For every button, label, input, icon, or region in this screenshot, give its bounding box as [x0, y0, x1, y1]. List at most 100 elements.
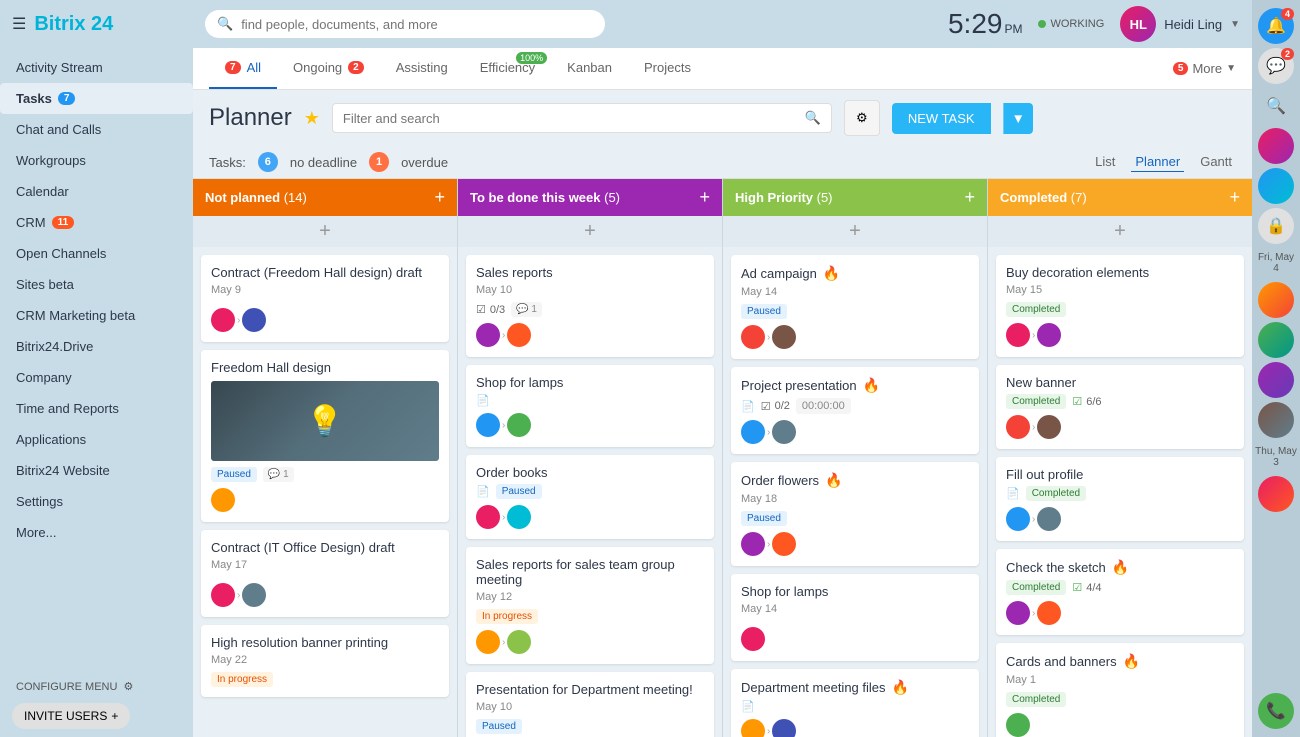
search-icon-button[interactable]: 🔍: [1258, 88, 1294, 124]
arrow-icon: ›: [502, 420, 505, 431]
task-card[interactable]: Fill out profile📄Completed›: [996, 457, 1244, 541]
contact-avatar-7[interactable]: [1258, 476, 1294, 512]
col-add-row[interactable]: +: [193, 216, 457, 247]
task-card[interactable]: New bannerCompleted☑ 6/6›: [996, 365, 1244, 449]
task-card[interactable]: Check the sketch 🔥Completed☑ 4/4›: [996, 549, 1244, 635]
contact-avatar-4[interactable]: [1258, 322, 1294, 358]
date-thu: Thu, May 3: [1252, 442, 1300, 472]
col-add-icon[interactable]: +: [699, 187, 710, 208]
tab-efficiency[interactable]: Efficiency 100%: [464, 48, 551, 89]
tab-all[interactable]: 7 All: [209, 48, 277, 89]
search-box[interactable]: 🔍: [205, 10, 605, 38]
new-task-dropdown-button[interactable]: ▼: [1003, 103, 1033, 134]
fire-icon: 🔥: [863, 377, 880, 394]
view-gantt[interactable]: Gantt: [1196, 152, 1236, 172]
sidebar-item-tasks[interactable]: Tasks 7: [0, 83, 193, 114]
task-card[interactable]: Presentation for Department meeting!May …: [466, 672, 714, 737]
col-add-row[interactable]: +: [458, 216, 722, 247]
sidebar-item-workgroups[interactable]: Workgroups: [0, 145, 193, 176]
view-list[interactable]: List: [1091, 152, 1119, 172]
configure-menu[interactable]: CONFIGURE MENU ⚙: [12, 676, 181, 697]
avatar: [741, 719, 765, 737]
task-card[interactable]: Contract (IT Office Design) draftMay 17›: [201, 530, 449, 617]
col-title: Completed (7): [1000, 190, 1087, 205]
col-add-icon[interactable]: +: [434, 187, 445, 208]
filter-input[interactable]: [343, 111, 797, 126]
tab-projects[interactable]: Projects: [628, 48, 707, 89]
task-card[interactable]: Cards and banners 🔥May 1Completed: [996, 643, 1244, 737]
task-card[interactable]: Order books📄Paused›: [466, 455, 714, 539]
tasks-badge: 7: [58, 92, 76, 105]
task-card[interactable]: Freedom Hall design💡Paused💬 1: [201, 350, 449, 522]
arrow-icon: ›: [1032, 608, 1035, 619]
sidebar-item-activity[interactable]: Activity Stream: [0, 52, 193, 83]
task-card[interactable]: Shop for lamps📄›: [466, 365, 714, 447]
chat-icon-button[interactable]: 💬 2: [1258, 48, 1294, 84]
phone-icon: 📞: [1266, 701, 1286, 721]
task-title: Project presentation 🔥: [741, 377, 969, 394]
contact-avatar-1[interactable]: [1258, 128, 1294, 164]
settings-button[interactable]: ⚙: [844, 100, 880, 136]
task-title: Department meeting files 🔥: [741, 679, 969, 696]
task-meta: 📄: [741, 700, 969, 713]
more-tabs-button[interactable]: 5 More ▼: [1173, 61, 1236, 76]
comment-count: 💬 1: [263, 467, 294, 482]
new-task-button[interactable]: NEW TASK: [892, 103, 991, 134]
col-add-row[interactable]: +: [723, 216, 987, 247]
task-card[interactable]: Ad campaign 🔥May 14Paused›: [731, 255, 979, 359]
contact-avatar-3[interactable]: [1258, 282, 1294, 318]
sidebar-item-openchannels[interactable]: Open Channels: [0, 238, 193, 269]
col-add-icon[interactable]: +: [1229, 187, 1240, 208]
phone-icon-button[interactable]: 📞: [1258, 693, 1294, 729]
sidebar-item-drive[interactable]: Bitrix24.Drive: [0, 331, 193, 362]
kanban-col-completed: Completed (7) + + Buy decoration elementsMa…: [988, 179, 1252, 737]
sidebar-item-applications[interactable]: Applications: [0, 424, 193, 455]
task-card[interactable]: Contract (Freedom Hall design) draftMay …: [201, 255, 449, 342]
invite-users-button[interactable]: INVITE USERS +: [12, 703, 130, 729]
task-card[interactable]: Sales reports for sales team group meeti…: [466, 547, 714, 664]
sidebar-item-crm[interactable]: CRM 11: [0, 207, 193, 238]
hamburger-icon[interactable]: ☰: [12, 14, 26, 34]
col-add-row[interactable]: +: [988, 216, 1252, 247]
task-checklist: ☑ 0/2: [761, 400, 790, 413]
sidebar-item-crmmarketing[interactable]: CRM Marketing beta: [0, 300, 193, 331]
plus-icon: +: [111, 709, 118, 723]
tab-ongoing[interactable]: Ongoing 2: [277, 48, 380, 89]
avatar: [1006, 415, 1030, 439]
task-card[interactable]: Order flowers 🔥May 18Paused›: [731, 462, 979, 566]
avatar: [507, 630, 531, 654]
sidebar-item-calendar[interactable]: Calendar: [0, 176, 193, 207]
contact-avatar-5[interactable]: [1258, 362, 1294, 398]
sidebar-item-settings[interactable]: Settings: [0, 486, 193, 517]
sidebar-item-sites[interactable]: Sites beta: [0, 269, 193, 300]
task-card[interactable]: Project presentation 🔥📄☑ 0/200:00:00›: [731, 367, 979, 454]
tab-kanban[interactable]: Kanban: [551, 48, 628, 89]
search-icon: 🔍: [217, 16, 233, 32]
user-info[interactable]: HL Heidi Ling ▼: [1120, 6, 1240, 42]
sidebar-item-website[interactable]: Bitrix24 Website: [0, 455, 193, 486]
tab-assisting[interactable]: Assisting: [380, 48, 464, 89]
view-planner[interactable]: Planner: [1131, 152, 1184, 172]
sidebar-item-chat[interactable]: Chat and Calls: [0, 114, 193, 145]
notification-icon[interactable]: 🔔 4: [1258, 8, 1294, 44]
sidebar-item-more[interactable]: More...: [0, 517, 193, 548]
task-card[interactable]: High resolution banner printingMay 22In …: [201, 625, 449, 697]
contact-avatar-2[interactable]: [1258, 168, 1294, 204]
task-card[interactable]: Sales reportsMay 10☑ 0/3💬 1›: [466, 255, 714, 357]
task-avatars: ›: [741, 719, 969, 737]
filter-search-box[interactable]: 🔍: [332, 103, 832, 133]
search-input[interactable]: [241, 17, 593, 32]
task-date: May 22: [211, 654, 439, 666]
contact-avatar-6[interactable]: [1258, 402, 1294, 438]
lock-icon-button[interactable]: 🔒: [1258, 208, 1294, 244]
col-add-icon[interactable]: +: [964, 187, 975, 208]
task-card[interactable]: Buy decoration elementsMay 15Completed›: [996, 255, 1244, 357]
sidebar-item-timereports[interactable]: Time and Reports: [0, 393, 193, 424]
task-card[interactable]: Shop for lampsMay 14: [731, 574, 979, 661]
task-card[interactable]: Department meeting files 🔥 📄 ›: [731, 669, 979, 737]
avatar: [476, 323, 500, 347]
star-icon[interactable]: ★: [304, 108, 320, 129]
sidebar-item-company[interactable]: Company: [0, 362, 193, 393]
fire-icon: 🔥: [892, 679, 909, 696]
task-avatars: ›: [1006, 601, 1234, 625]
